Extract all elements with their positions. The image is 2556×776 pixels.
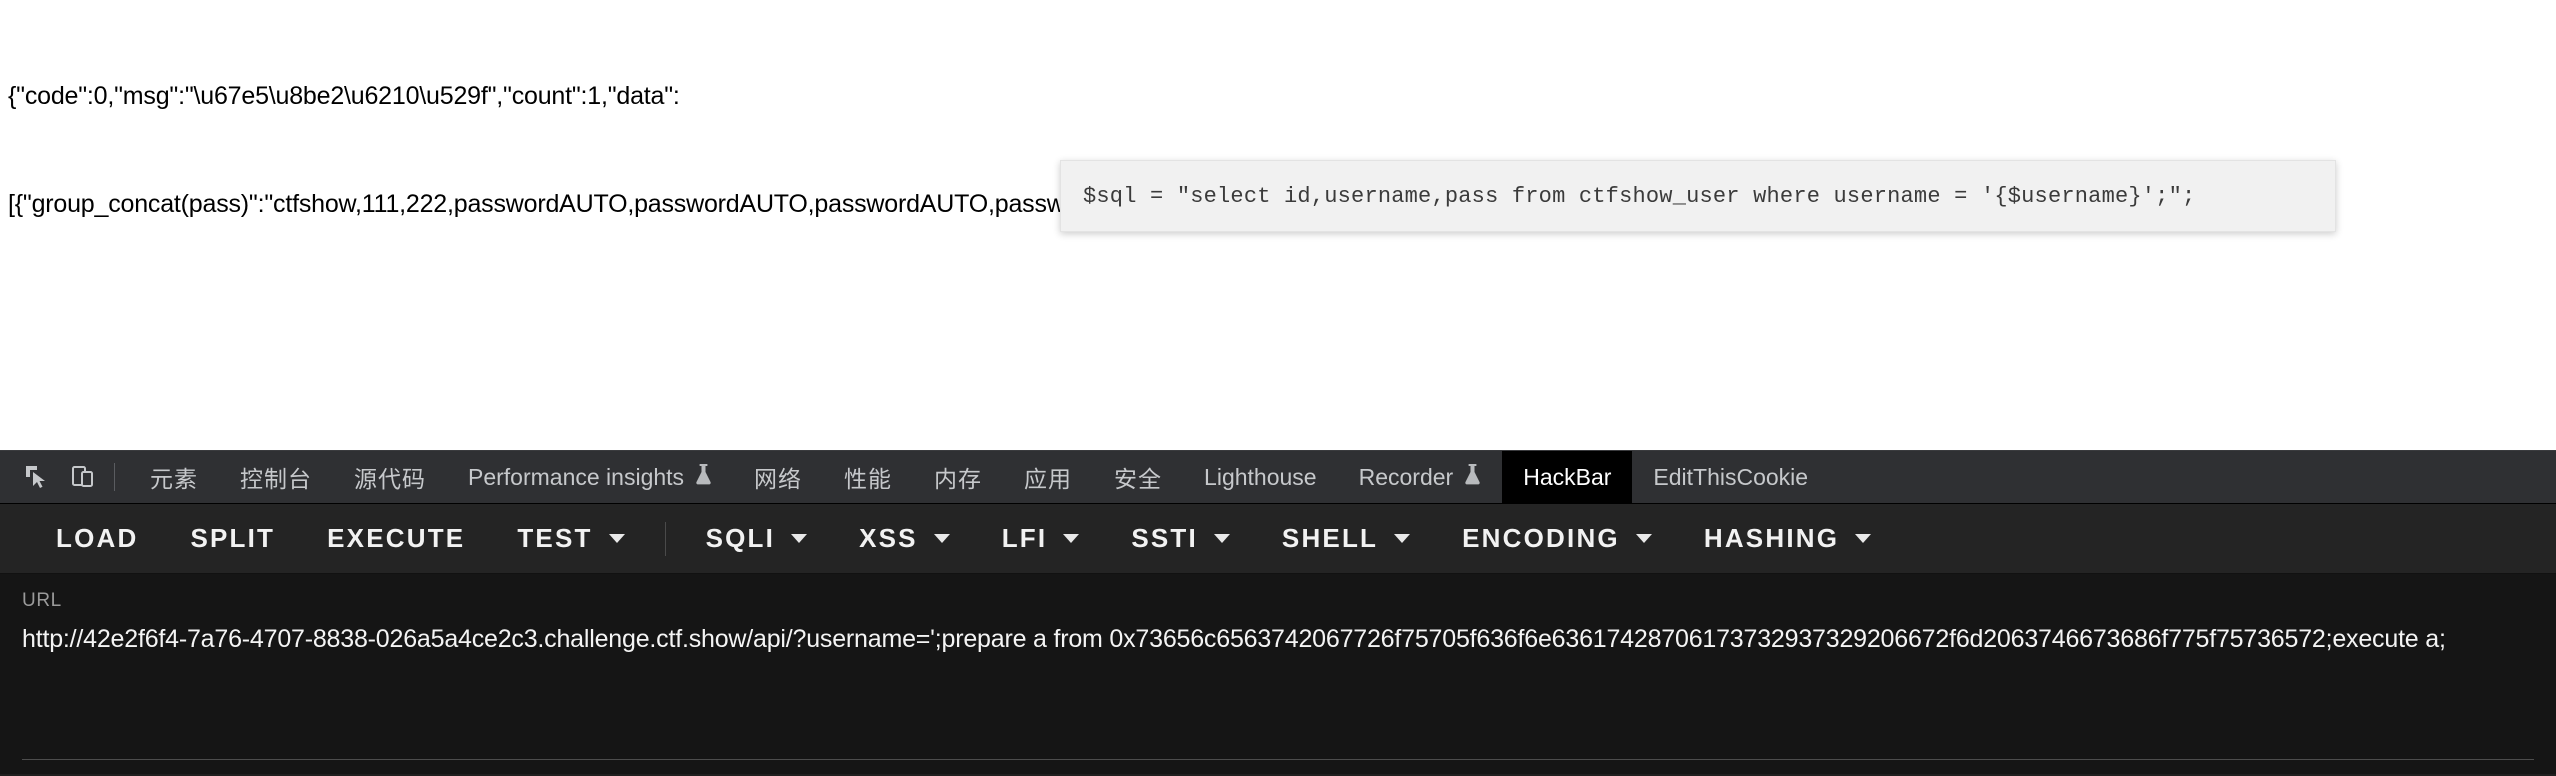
button-label: ENCODING [1462,523,1620,553]
tab-label: EditThisCookie [1653,463,1809,490]
chevron-down-icon [608,534,625,543]
json-response-line-1: {"code":0,"msg":"\u67e5\u8be2\u6210\u529… [8,82,680,110]
tab-sources[interactable]: 源代码 [333,451,447,503]
hackbar-split-button[interactable]: SPLIT [164,523,301,554]
hackbar-sqli-menu[interactable]: SQLI [680,523,833,554]
tab-elements[interactable]: 元素 [129,451,219,503]
inspect-element-icon[interactable] [14,451,60,503]
tab-security[interactable]: 安全 [1093,451,1183,503]
url-field-label: URL [22,590,62,611]
url-input-underline [22,759,2534,760]
chevron-down-icon [1394,534,1411,543]
tab-network[interactable]: 网络 [733,451,823,503]
tabstrip-divider [114,463,115,491]
device-toolbar-icon[interactable] [60,451,106,503]
devtools-tabstrip: 元素 控制台 源代码 Performance insights 网络 性能 内存 [0,450,2556,504]
flask-icon [695,463,712,491]
hackbar-load-button[interactable]: LOAD [30,523,164,554]
tab-label: Lighthouse [1204,463,1317,490]
hackbar-xss-menu[interactable]: XSS [833,523,976,554]
chevron-down-icon [1213,534,1230,543]
sql-snippet-code: $sql = "select id,username,pass from ctf… [1083,183,2196,209]
devtools-panel: 元素 控制台 源代码 Performance insights 网络 性能 内存 [0,450,2556,776]
hackbar-toolbar-divider [664,521,666,556]
tab-label: 网络 [754,466,803,492]
hackbar-hashing-menu[interactable]: HASHING [1678,523,1897,554]
tab-label: Recorder [1358,463,1454,490]
chevron-down-icon [1063,534,1080,543]
tab-label: 元素 [150,466,198,492]
hackbar-lfi-menu[interactable]: LFI [976,523,1106,554]
tab-label: 内存 [934,466,983,492]
button-label: SPLIT [190,523,276,553]
tab-label: 控制台 [240,466,312,492]
button-label: SSTI [1131,523,1198,553]
chevron-down-icon [1635,534,1652,543]
tab-application[interactable]: 应用 [1003,451,1093,503]
tab-label: 源代码 [354,466,426,492]
tab-lighthouse[interactable]: Lighthouse [1183,451,1338,503]
hackbar-execute-button[interactable]: EXECUTE [301,523,491,554]
chevron-down-icon [933,534,950,543]
button-label: TEST [517,523,593,553]
sql-snippet-card: $sql = "select id,username,pass from ctf… [1060,160,2336,232]
chevron-down-icon [1855,534,1872,543]
hackbar-url-section: URL http://42e2f6f4-7a76-4707-8838-026a5… [0,574,2556,774]
button-label: EXECUTE [327,523,466,553]
tab-performance-insights[interactable]: Performance insights [447,451,733,503]
hackbar-toolbar: LOAD SPLIT EXECUTE TEST SQLI XSS LFI SST… [0,504,2556,574]
flask-icon [1464,463,1481,491]
json-response-text: {"code":0,"msg":"\u67e5\u8be2\u6210\u529… [8,6,2556,294]
url-input[interactable]: http://42e2f6f4-7a76-4707-8838-026a5a4ce… [22,621,2534,657]
browser-content-area: {"code":0,"msg":"\u67e5\u8be2\u6210\u529… [0,0,2556,450]
button-label: LOAD [56,523,139,553]
tab-label: Performance insights [468,463,685,490]
hackbar-test-menu[interactable]: TEST [491,523,650,554]
tab-label: 应用 [1024,466,1073,492]
tab-label: 性能 [844,466,893,492]
tab-memory[interactable]: 内存 [913,451,1003,503]
tab-recorder[interactable]: Recorder [1338,451,1503,503]
hackbar-encoding-menu[interactable]: ENCODING [1436,523,1678,554]
button-label: HASHING [1703,523,1840,553]
hackbar-ssti-menu[interactable]: SSTI [1105,523,1256,554]
tab-label: 安全 [1114,466,1163,492]
button-label: XSS [859,523,918,553]
button-label: LFI [1001,523,1048,553]
tab-performance[interactable]: 性能 [823,451,913,503]
hackbar-shell-menu[interactable]: SHELL [1256,523,1436,554]
tab-console[interactable]: 控制台 [219,451,333,503]
button-label: SHELL [1281,523,1379,553]
button-label: SQLI [705,523,776,553]
tab-hackbar[interactable]: HackBar [1502,451,1633,503]
tab-editthiscookie[interactable]: EditThisCookie [1632,451,1829,503]
tab-label: HackBar [1523,463,1612,490]
chevron-down-icon [791,534,808,543]
